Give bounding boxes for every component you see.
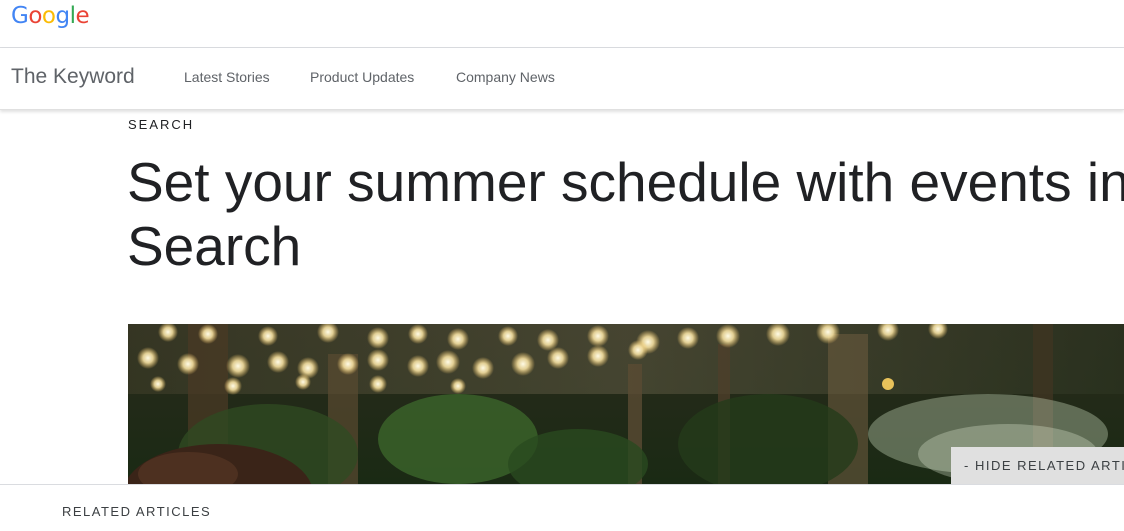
headline-line-1: Set your summer schedule with events in (127, 151, 1124, 213)
site-nav: The Keyword Latest Stories Product Updat… (0, 48, 1124, 110)
headline-line-2: Search (127, 215, 302, 277)
site-title[interactable]: The Keyword (11, 65, 135, 89)
google-logo[interactable]: Google (11, 2, 90, 30)
logo-letter: g (55, 3, 70, 29)
logo-letter: o (41, 3, 56, 29)
nav-link-company-news[interactable]: Company News (456, 69, 555, 85)
related-articles-label: RELATED ARTICLES (62, 504, 212, 519)
article-category[interactable]: SEARCH (128, 117, 194, 132)
nav-link-latest-stories[interactable]: Latest Stories (184, 69, 270, 85)
logo-letter: e (75, 3, 90, 29)
article-headline: Set your summer schedule with events in … (127, 150, 1124, 278)
logo-letter: o (28, 3, 42, 29)
top-bar: Google (0, 0, 1124, 48)
related-articles-bar: RELATED ARTICLES (0, 484, 1124, 531)
hide-related-articles-button[interactable]: - HIDE RELATED ARTICLES (951, 447, 1124, 484)
nav-link-product-updates[interactable]: Product Updates (310, 69, 414, 85)
logo-letter: G (11, 3, 29, 29)
